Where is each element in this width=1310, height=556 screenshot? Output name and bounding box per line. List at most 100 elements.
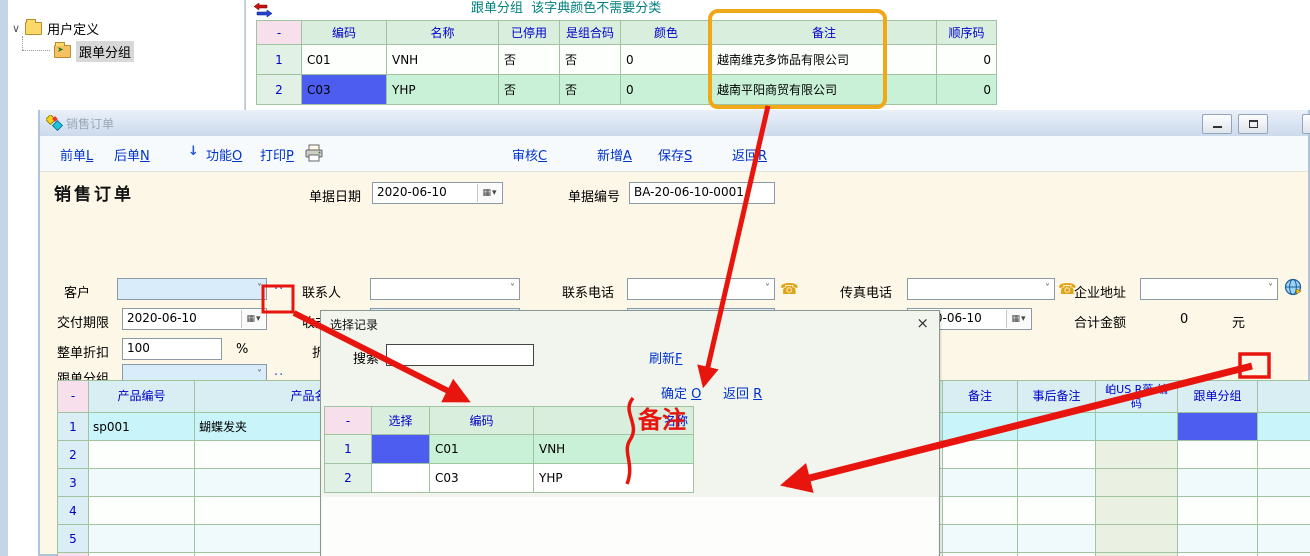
cell[interactable]: [1178, 469, 1258, 497]
cell-name[interactable]: YHP: [387, 75, 499, 105]
phone-combo[interactable]: ˅: [627, 278, 775, 300]
col-header[interactable]: 已停用: [499, 21, 560, 45]
cell-disabled[interactable]: 否: [499, 75, 560, 105]
cell-order[interactable]: 0: [937, 75, 997, 105]
add-button[interactable]: 新增A: [597, 145, 632, 164]
prev-doc-button[interactable]: 前单L: [60, 145, 93, 164]
col-header[interactable]: 跟单分组: [1178, 381, 1258, 413]
cell[interactable]: [1258, 497, 1310, 525]
col-header[interactable]: 名称: [387, 21, 499, 45]
cell[interactable]: [1258, 413, 1310, 441]
cell[interactable]: [1096, 469, 1178, 497]
cell[interactable]: [1178, 525, 1258, 553]
cell[interactable]: [1258, 441, 1310, 469]
col-header[interactable]: 事后备注: [1018, 381, 1096, 413]
tree-item-order-group[interactable]: 跟单分组: [54, 41, 134, 61]
cell[interactable]: [1178, 441, 1258, 469]
calendar-icon[interactable]: ▦▾: [477, 184, 501, 202]
cell[interactable]: [1018, 469, 1096, 497]
col-header[interactable]: 岶US R薇.编码: [1096, 381, 1178, 413]
cell-select-selected[interactable]: [372, 435, 430, 464]
cell[interactable]: [1258, 525, 1310, 553]
cell[interactable]: [943, 441, 1018, 469]
next-doc-button[interactable]: 后单N: [114, 145, 150, 164]
cell-select[interactable]: [372, 464, 430, 493]
cell[interactable]: [1258, 469, 1310, 497]
customer-combo[interactable]: ˅: [117, 278, 267, 300]
address-combo[interactable]: ˅: [1140, 278, 1278, 300]
cell[interactable]: [943, 497, 1018, 525]
col-header[interactable]: 顺序码: [937, 21, 997, 45]
cell[interactable]: [89, 497, 195, 525]
cell-combo[interactable]: 否: [560, 75, 621, 105]
cell-name[interactable]: YHP: [534, 464, 694, 493]
contact-combo[interactable]: ˅: [370, 278, 520, 300]
cell-remark[interactable]: 越南平阳商贸有限公司: [712, 75, 937, 105]
col-header[interactable]: 颜色: [621, 21, 712, 45]
dialog-row-2[interactable]: 2 C03 YHP: [325, 464, 694, 493]
cell[interactable]: [1178, 497, 1258, 525]
col-header[interactable]: 备注: [712, 21, 937, 45]
print-button[interactable]: 打印P: [260, 145, 294, 164]
discount-field[interactable]: 100: [122, 338, 222, 360]
cell-code[interactable]: C03: [430, 464, 534, 493]
cell-code[interactable]: C01: [302, 45, 387, 75]
audit-button[interactable]: 审核C: [512, 145, 547, 164]
col-header[interactable]: 产品编号: [89, 381, 195, 413]
cell-code[interactable]: C01: [430, 435, 534, 464]
close-button[interactable]: [1302, 114, 1310, 134]
cell[interactable]: [943, 525, 1018, 553]
cell-remark[interactable]: 越南维克多饰品有限公司: [712, 45, 937, 75]
function-menu-button[interactable]: 功能O: [206, 145, 242, 164]
cell[interactable]: [89, 469, 195, 497]
cell[interactable]: [1018, 497, 1096, 525]
back-button[interactable]: 返回R: [732, 145, 767, 164]
col-header[interactable]: 名称: [534, 407, 694, 435]
calendar-icon[interactable]: ▦▾: [241, 310, 265, 328]
col-header[interactable]: -: [58, 381, 89, 413]
col-header[interactable]: 编码: [302, 21, 387, 45]
col-header[interactable]: [1258, 381, 1310, 413]
cell-group-selected[interactable]: [1178, 413, 1258, 441]
save-button[interactable]: 保存S: [658, 145, 692, 164]
cell-order[interactable]: 0: [937, 45, 997, 75]
tree-item-user-defined[interactable]: ∨ 用户定义: [12, 18, 99, 38]
cell-us-code[interactable]: [1096, 413, 1178, 441]
fax-combo[interactable]: ˅: [907, 278, 1055, 300]
dialog-row-1[interactable]: 1 C01 VNH: [325, 435, 694, 464]
doc-date-field[interactable]: 2020-06-10 ▦▾: [372, 182, 503, 204]
col-header[interactable]: 备注: [943, 381, 1018, 413]
cell[interactable]: [1018, 525, 1096, 553]
cell[interactable]: [89, 525, 195, 553]
window-titlebar[interactable]: 销售订单: [40, 110, 1308, 136]
printer-icon[interactable]: [304, 144, 324, 162]
cell-color[interactable]: 0: [621, 75, 712, 105]
cell[interactable]: [1018, 441, 1096, 469]
table-row[interactable]: 2 C03 YHP 否 否 0 越南平阳商贸有限公司 0: [257, 75, 997, 105]
cell[interactable]: [1096, 497, 1178, 525]
cell-disabled[interactable]: 否: [499, 45, 560, 75]
globe-icon[interactable]: [1284, 278, 1302, 296]
maximize-button[interactable]: [1238, 114, 1268, 134]
cell[interactable]: [89, 441, 195, 469]
tree-expander-icon[interactable]: ∨: [12, 22, 20, 35]
cell-after-remark[interactable]: [1018, 413, 1096, 441]
refresh-button[interactable]: 刷新F: [649, 348, 683, 367]
cell-color[interactable]: 0: [621, 45, 712, 75]
col-header[interactable]: 编码: [430, 407, 534, 435]
deliver-date-field[interactable]: 2020-06-10 ▦▾: [122, 308, 267, 330]
col-header[interactable]: -: [257, 21, 302, 45]
cell[interactable]: [1096, 441, 1178, 469]
cell-remark[interactable]: [943, 413, 1018, 441]
cell-name[interactable]: VNH: [387, 45, 499, 75]
doc-no-field[interactable]: BA-20-06-10-0001: [629, 182, 775, 204]
close-icon[interactable]: ×: [916, 314, 929, 332]
ok-button[interactable]: 确定 O: [661, 383, 701, 402]
table-row[interactable]: 1 C01 VNH 否 否 0 越南维克多饰品有限公司 0: [257, 45, 997, 75]
cell-combo[interactable]: 否: [560, 45, 621, 75]
calendar-icon[interactable]: ▦▾: [1006, 310, 1030, 328]
dialog-back-button[interactable]: 返回 R: [723, 383, 762, 402]
cell-name[interactable]: VNH: [534, 435, 694, 464]
swap-arrows-icon[interactable]: [253, 2, 273, 18]
minimize-button[interactable]: [1202, 114, 1232, 134]
